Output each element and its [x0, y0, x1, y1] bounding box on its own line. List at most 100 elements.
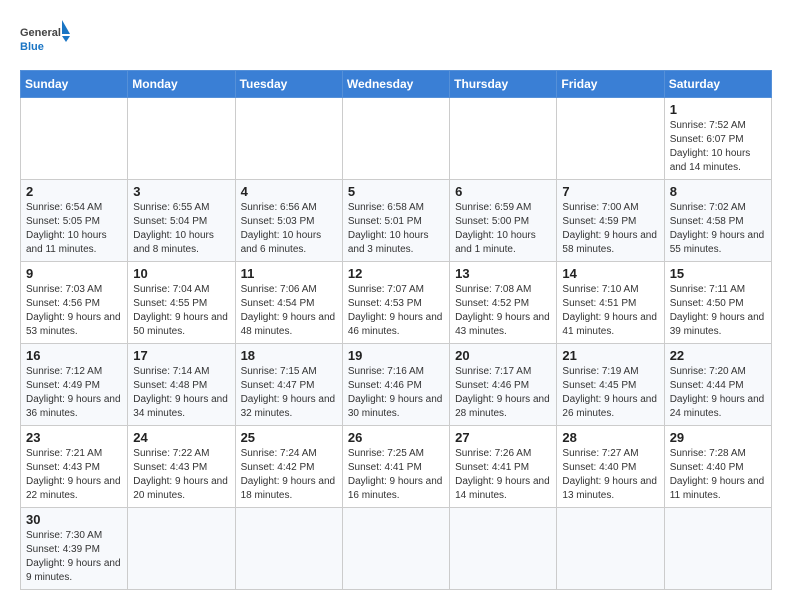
day-number: 19 — [348, 348, 444, 363]
day-number: 4 — [241, 184, 337, 199]
calendar-cell — [557, 98, 664, 180]
day-info: Sunrise: 7:24 AM Sunset: 4:42 PM Dayligh… — [241, 447, 337, 503]
day-info: Sunrise: 7:21 AM Sunset: 4:43 PM Dayligh… — [26, 447, 122, 503]
weekday-header-friday: Friday — [557, 71, 664, 98]
day-info: Sunrise: 6:59 AM Sunset: 5:00 PM Dayligh… — [455, 201, 551, 257]
day-number: 9 — [26, 266, 122, 281]
calendar-cell: 3Sunrise: 6:55 AM Sunset: 5:04 PM Daylig… — [128, 180, 235, 262]
day-number: 2 — [26, 184, 122, 199]
day-number: 18 — [241, 348, 337, 363]
day-info: Sunrise: 7:22 AM Sunset: 4:43 PM Dayligh… — [133, 447, 229, 503]
calendar-cell: 21 Sunrise: 7:19 AM Sunset: 4:45 PM Dayli… — [557, 344, 664, 426]
day-number: 28 — [562, 430, 658, 445]
logo-svg: General Blue — [20, 20, 70, 60]
calendar-cell: 27Sunrise: 7:26 AM Sunset: 4:41 PM Dayli… — [450, 426, 557, 508]
day-info: Sunrise: 7:19 AM Sunset: 4:45 PM Dayligh… — [562, 365, 658, 421]
day-info: Sunrise: 7:14 AM Sunset: 4:48 PM Dayligh… — [133, 365, 229, 421]
calendar-cell — [235, 98, 342, 180]
weekday-header-saturday: Saturday — [664, 71, 771, 98]
day-info: Sunrise: 7:16 AM Sunset: 4:46 PM Dayligh… — [348, 365, 444, 421]
calendar-cell: 17 Sunrise: 7:14 AM Sunset: 4:48 PM Dayli… — [128, 344, 235, 426]
day-number: 27 — [455, 430, 551, 445]
calendar-cell: 10 Sunrise: 7:04 AM Sunset: 4:55 PM Dayli… — [128, 262, 235, 344]
day-info: Sunrise: 7:07 AM Sunset: 4:53 PM Dayligh… — [348, 283, 444, 339]
calendar-week-2: 2 Sunrise: 6:54 AM Sunset: 5:05 PM Daylig… — [21, 180, 772, 262]
day-info: Sunrise: 7:25 AM Sunset: 4:41 PM Dayligh… — [348, 447, 444, 503]
calendar-cell: 29Sunrise: 7:28 AM Sunset: 4:40 PM Dayli… — [664, 426, 771, 508]
calendar-cell: 30 Sunrise: 7:30 AM Sunset: 4:39 PM Dayli… — [21, 508, 128, 590]
day-number: 16 — [26, 348, 122, 363]
day-number: 30 — [26, 512, 122, 527]
day-number: 12 — [348, 266, 444, 281]
day-info: Sunrise: 6:58 AM Sunset: 5:01 PM Dayligh… — [348, 201, 444, 257]
day-number: 14 — [562, 266, 658, 281]
calendar-cell: 4 Sunrise: 6:56 AM Sunset: 5:03 PM Daylig… — [235, 180, 342, 262]
day-number: 13 — [455, 266, 551, 281]
calendar-cell: 14 Sunrise: 7:10 AM Sunset: 4:51 PM Dayli… — [557, 262, 664, 344]
calendar-cell: 25Sunrise: 7:24 AM Sunset: 4:42 PM Dayli… — [235, 426, 342, 508]
day-number: 21 — [562, 348, 658, 363]
day-number: 22 — [670, 348, 766, 363]
calendar-cell: 20 Sunrise: 7:17 AM Sunset: 4:46 PM Dayli… — [450, 344, 557, 426]
day-number: 7 — [562, 184, 658, 199]
weekday-header-tuesday: Tuesday — [235, 71, 342, 98]
calendar-cell — [128, 508, 235, 590]
calendar-cell — [557, 508, 664, 590]
calendar-cell: 24 Sunrise: 7:22 AM Sunset: 4:43 PM Dayli… — [128, 426, 235, 508]
calendar-cell — [342, 508, 449, 590]
logo: General Blue — [20, 20, 70, 60]
calendar-cell: 12 Sunrise: 7:07 AM Sunset: 4:53 PM Dayli… — [342, 262, 449, 344]
day-info: Sunrise: 6:56 AM Sunset: 5:03 PM Dayligh… — [241, 201, 337, 257]
calendar-cell: 5Sunrise: 6:58 AM Sunset: 5:01 PM Daylig… — [342, 180, 449, 262]
day-info: Sunrise: 7:04 AM Sunset: 4:55 PM Dayligh… — [133, 283, 229, 339]
calendar-week-1: 1Sunrise: 7:52 AM Sunset: 6:07 PM Daylig… — [21, 98, 772, 180]
day-info: Sunrise: 6:54 AM Sunset: 5:05 PM Dayligh… — [26, 201, 122, 257]
calendar-cell — [450, 508, 557, 590]
calendar-cell: 16 Sunrise: 7:12 AM Sunset: 4:49 PM Dayli… — [21, 344, 128, 426]
day-info: Sunrise: 7:12 AM Sunset: 4:49 PM Dayligh… — [26, 365, 122, 421]
day-info: Sunrise: 7:17 AM Sunset: 4:46 PM Dayligh… — [455, 365, 551, 421]
calendar-cell: 15Sunrise: 7:11 AM Sunset: 4:50 PM Dayli… — [664, 262, 771, 344]
day-number: 17 — [133, 348, 229, 363]
day-info: Sunrise: 7:27 AM Sunset: 4:40 PM Dayligh… — [562, 447, 658, 503]
calendar-cell — [128, 98, 235, 180]
calendar-table: SundayMondayTuesdayWednesdayThursdayFrid… — [20, 70, 772, 590]
calendar-cell — [450, 98, 557, 180]
weekday-header-sunday: Sunday — [21, 71, 128, 98]
calendar-week-6: 30 Sunrise: 7:30 AM Sunset: 4:39 PM Dayli… — [21, 508, 772, 590]
calendar-cell: 19 Sunrise: 7:16 AM Sunset: 4:46 PM Dayli… — [342, 344, 449, 426]
calendar-cell — [235, 508, 342, 590]
weekday-header-monday: Monday — [128, 71, 235, 98]
day-info: Sunrise: 7:10 AM Sunset: 4:51 PM Dayligh… — [562, 283, 658, 339]
day-number: 10 — [133, 266, 229, 281]
day-info: Sunrise: 7:02 AM Sunset: 4:58 PM Dayligh… — [670, 201, 766, 257]
calendar-cell: 9Sunrise: 7:03 AM Sunset: 4:56 PM Daylig… — [21, 262, 128, 344]
calendar-cell: 7Sunrise: 7:00 AM Sunset: 4:59 PM Daylig… — [557, 180, 664, 262]
calendar-cell: 8 Sunrise: 7:02 AM Sunset: 4:58 PM Daylig… — [664, 180, 771, 262]
day-number: 11 — [241, 266, 337, 281]
day-info: Sunrise: 6:55 AM Sunset: 5:04 PM Dayligh… — [133, 201, 229, 257]
day-info: Sunrise: 7:08 AM Sunset: 4:52 PM Dayligh… — [455, 283, 551, 339]
calendar-week-5: 23Sunrise: 7:21 AM Sunset: 4:43 PM Dayli… — [21, 426, 772, 508]
day-info: Sunrise: 7:30 AM Sunset: 4:39 PM Dayligh… — [26, 529, 122, 585]
page-header: General Blue — [20, 20, 772, 60]
calendar-cell: 1Sunrise: 7:52 AM Sunset: 6:07 PM Daylig… — [664, 98, 771, 180]
day-info: Sunrise: 7:11 AM Sunset: 4:50 PM Dayligh… — [670, 283, 766, 339]
calendar-cell — [664, 508, 771, 590]
day-number: 8 — [670, 184, 766, 199]
calendar-cell: 13 Sunrise: 7:08 AM Sunset: 4:52 PM Dayli… — [450, 262, 557, 344]
day-number: 6 — [455, 184, 551, 199]
day-number: 26 — [348, 430, 444, 445]
day-info: Sunrise: 7:06 AM Sunset: 4:54 PM Dayligh… — [241, 283, 337, 339]
day-info: Sunrise: 7:20 AM Sunset: 4:44 PM Dayligh… — [670, 365, 766, 421]
calendar-cell: 22 Sunrise: 7:20 AM Sunset: 4:44 PM Dayli… — [664, 344, 771, 426]
day-number: 1 — [670, 102, 766, 117]
day-number: 20 — [455, 348, 551, 363]
calendar-cell: 6 Sunrise: 6:59 AM Sunset: 5:00 PM Daylig… — [450, 180, 557, 262]
svg-text:Blue: Blue — [20, 41, 44, 53]
day-info: Sunrise: 7:28 AM Sunset: 4:40 PM Dayligh… — [670, 447, 766, 503]
day-number: 24 — [133, 430, 229, 445]
svg-text:General: General — [20, 27, 61, 39]
day-info: Sunrise: 7:15 AM Sunset: 4:47 PM Dayligh… — [241, 365, 337, 421]
calendar-cell: 2 Sunrise: 6:54 AM Sunset: 5:05 PM Daylig… — [21, 180, 128, 262]
